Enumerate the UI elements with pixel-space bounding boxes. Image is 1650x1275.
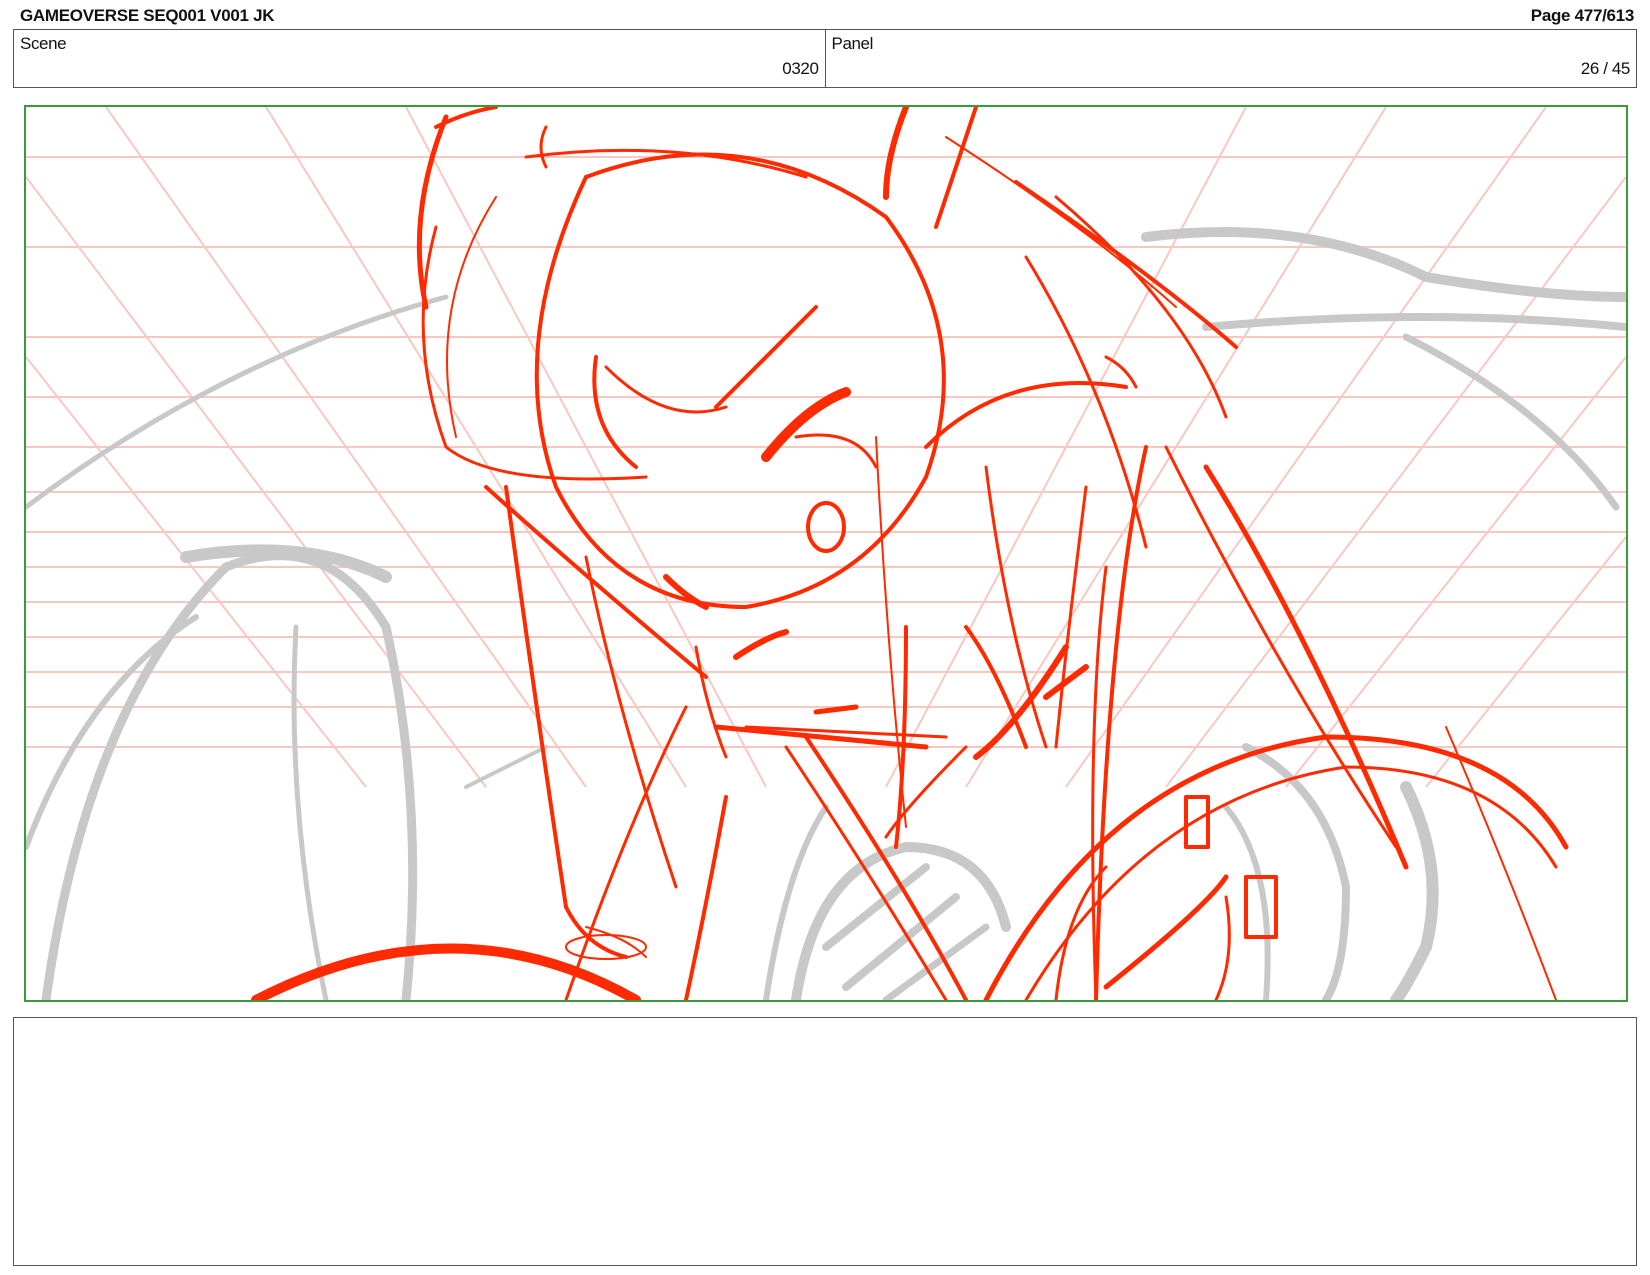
document-title: GAMEOVERSE SEQ001 V001 JK	[20, 6, 275, 25]
red-character-sketch	[251, 107, 1569, 1000]
panel-info-bar: Scene 0320 Panel 26 / 45	[13, 29, 1637, 88]
scene-cell: Scene 0320	[14, 30, 825, 87]
panel-cell: Panel 26 / 45	[824, 30, 1637, 87]
panel-notes-box	[13, 1017, 1637, 1266]
gray-rough-layer	[26, 227, 1626, 1000]
scene-number: 0320	[782, 59, 819, 78]
page-number: Page 477/613	[1530, 6, 1635, 25]
panel-label: Panel	[831, 34, 874, 53]
storyboard-sketch	[26, 107, 1626, 1000]
panel-number: 26 / 45	[1580, 59, 1631, 78]
storyboard-frame	[24, 105, 1628, 1002]
perspective-grid	[26, 107, 1626, 788]
scene-label: Scene	[20, 34, 67, 53]
